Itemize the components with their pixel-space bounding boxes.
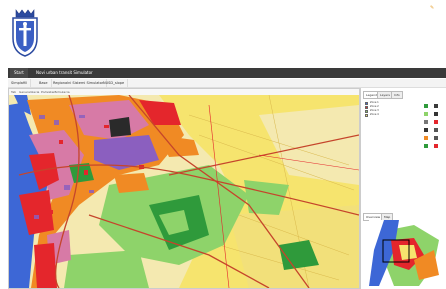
land-use-map[interactable] <box>9 95 359 288</box>
tab-start[interactable]: Start <box>10 68 28 78</box>
tab-simulator[interactable]: Novi urban transit Simulator <box>32 68 97 78</box>
legend-label: Zone 3 <box>370 109 379 112</box>
layer-icon[interactable] <box>424 128 428 132</box>
info-icon[interactable] <box>434 112 438 116</box>
legend-swatch <box>365 110 368 113</box>
zoom-out-icon[interactable] <box>434 104 438 108</box>
legend-swatch <box>365 102 368 105</box>
clear-icon[interactable] <box>434 144 438 148</box>
measure-icon[interactable] <box>424 120 428 124</box>
city-crest-logo <box>10 8 40 58</box>
print-icon[interactable] <box>434 128 438 132</box>
map-panel: Tab Generalizacia Podsistem Simulacia <box>8 88 360 289</box>
legend-label: Zone 4 <box>370 113 379 116</box>
side-panel: Legend Layers Info Zone 1 Zone 2 Zone 3 … <box>360 88 446 289</box>
app-header: ✎ <box>0 0 446 66</box>
breadcrumb-item-simplafill[interactable]: Simplafill <box>8 79 32 87</box>
notification-icon[interactable]: ✎ <box>430 5 438 11</box>
zoom-in-icon[interactable] <box>424 104 428 108</box>
pan-icon[interactable] <box>424 112 428 116</box>
tab-info[interactable]: Info <box>391 91 403 99</box>
home-icon[interactable] <box>434 136 438 140</box>
breadcrumb-item-slope[interactable]: NUSD_slope <box>100 79 129 87</box>
select-icon[interactable] <box>434 120 438 124</box>
breadcrumb: Simplafill Base Regionalni Sistemi Simul… <box>8 79 446 88</box>
legend-swatch <box>365 106 368 109</box>
overview-map[interactable] <box>369 220 444 286</box>
legend-swatch <box>365 114 368 117</box>
legend-label: Zone 1 <box>370 101 379 104</box>
query-icon[interactable] <box>424 136 428 140</box>
extent-icon[interactable] <box>424 144 428 148</box>
breadcrumb-item-simulator[interactable]: Regionalni Sistemi Simulator <box>50 79 108 87</box>
legend-label: Zone 2 <box>370 105 379 108</box>
main-nav-bar: Start Novi urban transit Simulator <box>8 68 446 78</box>
